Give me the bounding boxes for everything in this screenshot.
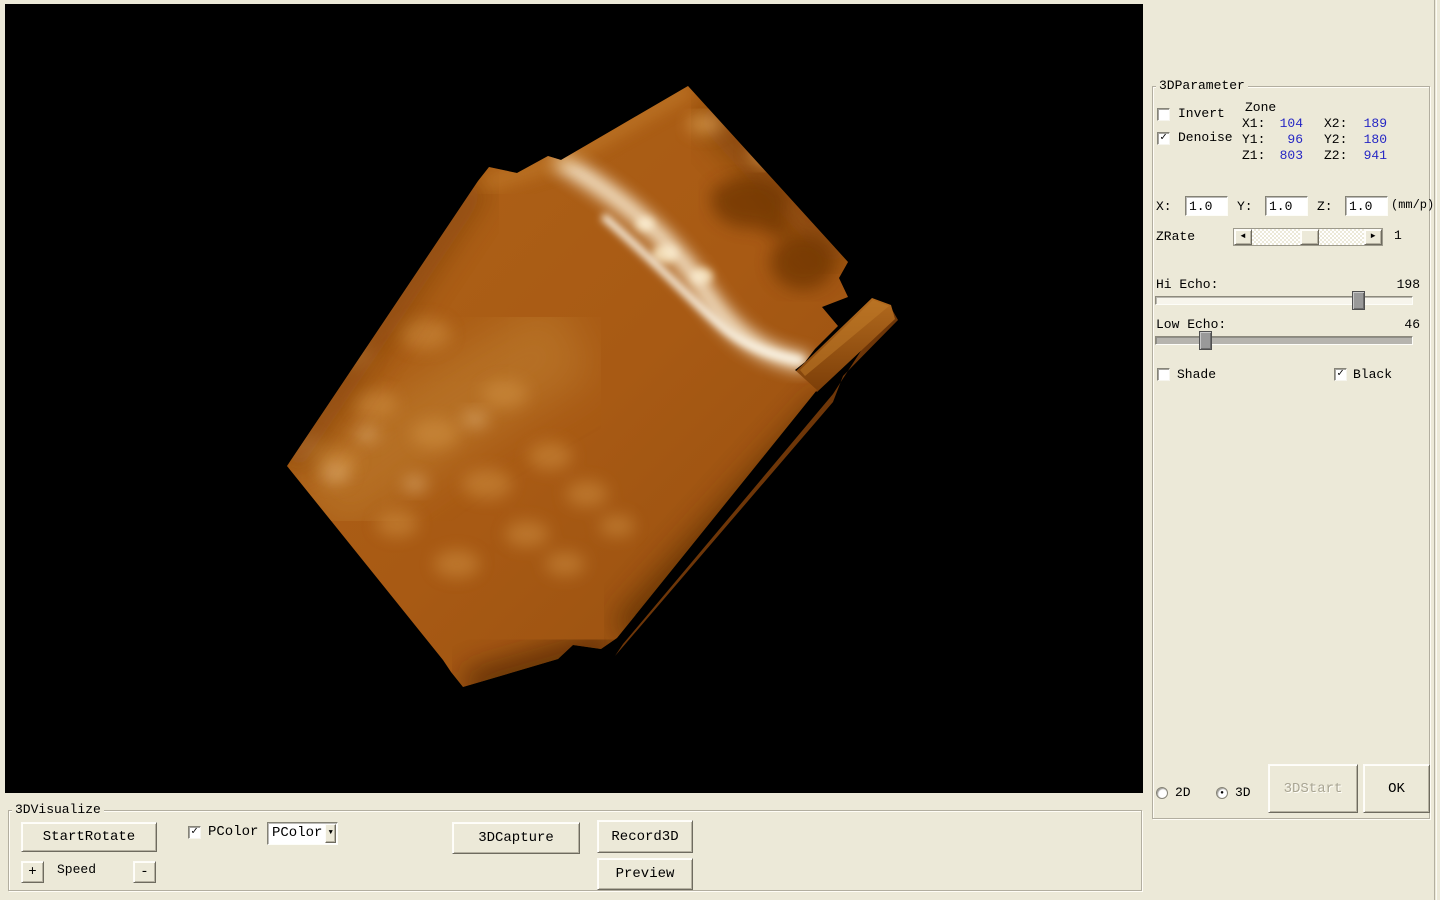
zrate-scrollbar[interactable]: ◄ ► [1233,228,1383,246]
zone-x1-label: X1: [1242,117,1265,131]
x-scale-input[interactable] [1185,196,1228,216]
pcolor-select[interactable]: PColor ▼ [267,822,338,845]
zone-y2-value: 180 [1354,133,1387,147]
mode-2d-radio[interactable] [1156,787,1168,799]
low-echo-label: Low Echo: [1156,318,1226,332]
speed-label: Speed [57,863,96,877]
hi-echo-label: Hi Echo: [1156,278,1218,292]
start-3d-button[interactable]: 3DStart [1268,764,1358,813]
ultrasound-volume-image [5,4,1143,793]
zone-title: Zone [1245,101,1276,115]
hi-echo-slider-track[interactable] [1155,296,1413,305]
shade-checkbox[interactable] [1157,368,1170,381]
start-rotate-button[interactable]: StartRotate [21,822,157,852]
black-checkbox[interactable]: ✓ [1334,368,1347,381]
zrate-arrow-right-icon[interactable]: ► [1364,229,1382,245]
record-3d-button[interactable]: Record3D [597,820,693,853]
parameter-group-title: 3DParameter [1156,79,1248,93]
ok-button[interactable]: OK [1363,764,1430,813]
low-echo-slider-track[interactable] [1155,336,1413,345]
zone-z2-value: 941 [1354,149,1387,163]
low-echo-slider-thumb[interactable] [1199,331,1212,350]
chevron-down-icon[interactable]: ▼ [325,824,336,843]
zrate-arrow-left-icon[interactable]: ◄ [1234,229,1252,245]
y-scale-label: Y: [1237,200,1253,214]
zone-z2-label: Z2: [1324,149,1347,163]
hi-echo-value: 198 [1390,278,1420,292]
zone-x2-value: 189 [1354,117,1387,131]
zrate-scrollbar-thumb[interactable] [1300,229,1319,245]
denoise-check-icon: ✓ [1160,133,1167,144]
invert-checkbox[interactable] [1157,108,1170,121]
z-scale-input[interactable] [1345,196,1388,216]
render-viewport[interactable] [5,4,1143,793]
speed-plus-button[interactable]: + [21,861,44,883]
zone-y2-label: Y2: [1324,133,1347,147]
low-echo-value: 46 [1390,318,1420,332]
speed-minus-button[interactable]: - [133,861,156,883]
zrate-label: ZRate [1156,230,1195,244]
preview-button[interactable]: Preview [597,858,693,890]
shade-label: Shade [1177,368,1216,382]
zone-y1-value: 96 [1271,133,1303,147]
z-scale-label: Z: [1317,200,1333,214]
mode-3d-radio-dot: ● [1220,790,1224,796]
zone-x2-label: X2: [1324,117,1347,131]
mode-3d-radio[interactable]: ● [1216,787,1228,799]
panel-right-border [1434,0,1435,900]
pcolor-label: PColor [208,825,258,839]
denoise-checkbox[interactable]: ✓ [1157,132,1170,145]
zone-y1-label: Y1: [1242,133,1265,147]
black-check-icon: ✓ [1337,369,1344,380]
pcolor-check-icon: ✓ [191,827,198,838]
pcolor-checkbox[interactable]: ✓ [188,826,201,839]
visualize-group-title: 3DVisualize [12,803,104,817]
zrate-value: 1 [1394,229,1402,243]
mode-3d-label: 3D [1235,786,1251,800]
invert-label: Invert [1178,107,1225,121]
zone-z1-value: 803 [1271,149,1303,163]
zone-z1-label: Z1: [1242,149,1265,163]
pcolor-select-value: PColor [268,823,324,844]
x-scale-label: X: [1156,200,1172,214]
mode-2d-label: 2D [1175,786,1191,800]
black-label: Black [1353,368,1392,382]
capture-3d-button[interactable]: 3DCapture [452,822,580,854]
y-scale-input[interactable] [1265,196,1308,216]
zone-x1-value: 104 [1271,117,1303,131]
panel-right-border-highlight [1436,0,1437,900]
denoise-label: Denoise [1178,131,1233,145]
hi-echo-slider-thumb[interactable] [1352,291,1365,310]
scale-unit-label: (mm/p) [1391,198,1434,212]
